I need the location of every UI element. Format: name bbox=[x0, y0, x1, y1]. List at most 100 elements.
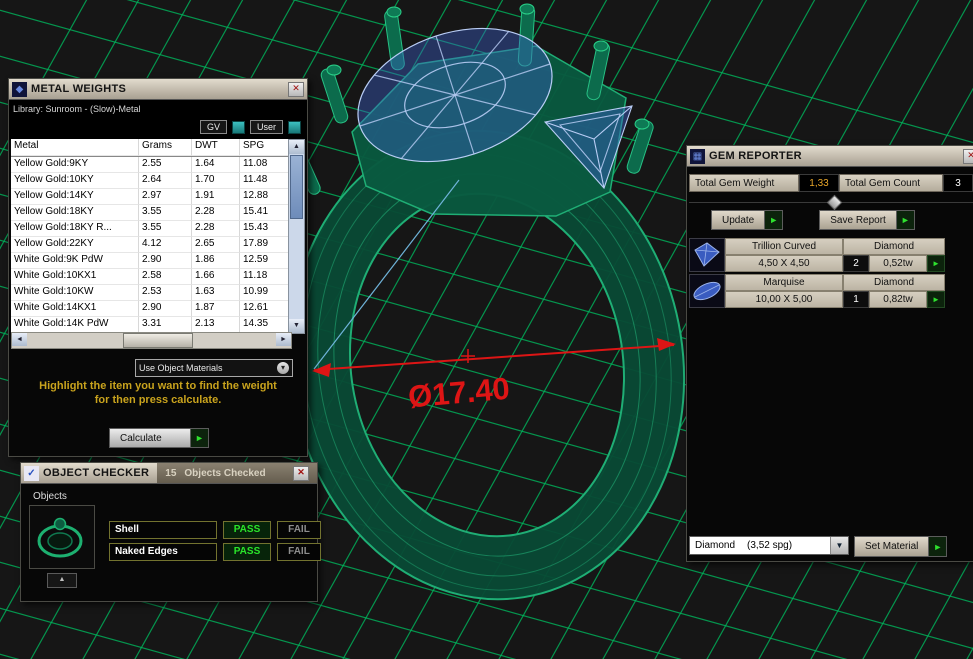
cell-grams: 2.55 bbox=[139, 157, 192, 173]
gv-button[interactable]: GV bbox=[199, 120, 227, 134]
cell-dwt: 2.28 bbox=[192, 205, 240, 221]
user-button[interactable]: User bbox=[249, 120, 283, 134]
object-checker-titlebar[interactable]: ✓ OBJECT CHECKER 15 Objects Checked ✕ bbox=[21, 463, 317, 484]
vertical-scroll-thumb[interactable] bbox=[290, 155, 303, 219]
metal-weights-header: Library: Sunroom - (Slow)-Metal GV User bbox=[9, 100, 307, 140]
gem-size: 10,00 X 5,00 bbox=[725, 291, 843, 308]
table-row[interactable]: Yellow Gold:14KY 2.97 1.91 12.88 bbox=[11, 189, 290, 205]
metal-weights-panel: ◆ METAL WEIGHTS ✕ Library: Sunroom - (Sl… bbox=[8, 78, 308, 457]
table-header-row: Metal Grams DWT SPG bbox=[11, 139, 290, 157]
object-thumbnail[interactable] bbox=[29, 505, 95, 569]
green-arrow-icon[interactable]: ► bbox=[927, 291, 945, 308]
col-header-grams: Grams bbox=[139, 139, 192, 156]
gem-weight: 0,82tw bbox=[869, 291, 927, 308]
app-window: Ø17.40 ◆ METAL WEIGHTS ✕ Library: Sunroo… bbox=[0, 0, 973, 659]
gv-indicator-icon bbox=[231, 120, 245, 134]
chevron-up-icon[interactable]: ▲ bbox=[47, 573, 77, 588]
green-arrow-icon: ► bbox=[895, 211, 914, 229]
cell-grams: 2.53 bbox=[139, 285, 192, 301]
horizontal-scroll-track[interactable] bbox=[27, 333, 276, 348]
cell-grams: 2.90 bbox=[139, 301, 192, 317]
cell-grams: 4.12 bbox=[139, 237, 192, 253]
cell-grams: 3.31 bbox=[139, 317, 192, 333]
update-button[interactable]: Update ► bbox=[711, 210, 784, 230]
gem-shape: Marquise bbox=[725, 274, 843, 291]
cell-dwt: 2.65 bbox=[192, 237, 240, 253]
gem-thumbnail[interactable] bbox=[689, 238, 725, 272]
table-row[interactable]: White Gold:14K PdW 3.31 2.13 14.35 bbox=[11, 317, 290, 333]
gem-thumbnail[interactable] bbox=[689, 274, 725, 308]
instruction-text: Highlight the item you want to find the … bbox=[9, 379, 307, 407]
cell-metal: Yellow Gold:9KY bbox=[11, 157, 139, 173]
chevron-down-icon[interactable]: ▼ bbox=[830, 537, 848, 554]
object-checker-status: 15 Objects Checked ✕ bbox=[157, 463, 317, 483]
gem-grid-icon: ▦ bbox=[690, 148, 705, 164]
cell-grams: 2.90 bbox=[139, 253, 192, 269]
cell-spg: 12.61 bbox=[240, 301, 290, 317]
set-material-button[interactable]: Set Material ► bbox=[854, 536, 948, 557]
cell-grams: 3.55 bbox=[139, 205, 192, 221]
green-arrow-icon[interactable]: ► bbox=[927, 255, 945, 272]
close-icon[interactable]: ✕ bbox=[293, 465, 309, 481]
cell-spg: 15.43 bbox=[240, 221, 290, 237]
cell-spg: 14.35 bbox=[240, 317, 290, 333]
marquise-gem-icon bbox=[693, 281, 721, 301]
splitter-handle[interactable] bbox=[826, 194, 843, 211]
cell-spg: 12.59 bbox=[240, 253, 290, 269]
gem-material: Diamond bbox=[843, 238, 945, 255]
table-row[interactable]: Yellow Gold:9KY 2.55 1.64 11.08 bbox=[11, 157, 290, 173]
instruction-line2: for then press calculate. bbox=[94, 394, 222, 406]
scroll-track bbox=[289, 220, 304, 319]
cell-dwt: 2.13 bbox=[192, 317, 240, 333]
calculate-button[interactable]: Calculate ► bbox=[109, 428, 209, 448]
cell-grams: 2.97 bbox=[139, 189, 192, 205]
table-row[interactable]: Yellow Gold:18KY R... 3.55 2.28 15.43 bbox=[11, 221, 290, 237]
table-row[interactable]: White Gold:14KX1 2.90 1.87 12.61 bbox=[11, 301, 290, 317]
material-dropdown[interactable]: Diamond (3,52 spg) ▼ bbox=[689, 536, 849, 555]
gem-row[interactable]: Trillion Curved Diamond 4,50 X 4,50 2 0,… bbox=[689, 238, 945, 272]
checkmark-icon: ✓ bbox=[24, 465, 39, 481]
table-row[interactable]: White Gold:9K PdW 2.90 1.86 12.59 bbox=[11, 253, 290, 269]
cell-dwt: 1.66 bbox=[192, 269, 240, 285]
cell-metal: Yellow Gold:14KY bbox=[11, 189, 139, 205]
instruction-line1: Highlight the item you want to find the … bbox=[39, 380, 277, 392]
materials-dropdown-value: Use Object Materials bbox=[139, 363, 223, 373]
cell-metal: Yellow Gold:22KY bbox=[11, 237, 139, 253]
table-row[interactable]: Yellow Gold:18KY 3.55 2.28 15.41 bbox=[11, 205, 290, 221]
objects-checked-text: Objects Checked bbox=[184, 467, 266, 479]
cell-spg: 11.48 bbox=[240, 173, 290, 189]
close-icon[interactable]: ✕ bbox=[288, 81, 304, 97]
cell-metal: White Gold:14KX1 bbox=[11, 301, 139, 317]
gem-shape: Trillion Curved bbox=[725, 238, 843, 255]
close-icon[interactable]: ✕ bbox=[963, 148, 973, 164]
gem-diamond-icon: ◆ bbox=[12, 81, 27, 97]
save-report-button[interactable]: Save Report ► bbox=[819, 210, 915, 230]
cell-spg: 11.08 bbox=[240, 157, 290, 173]
gem-count: 1 bbox=[843, 291, 869, 308]
scroll-right-icon[interactable]: ► bbox=[276, 333, 291, 346]
save-report-label: Save Report bbox=[830, 214, 886, 226]
metal-weights-titlebar[interactable]: ◆ METAL WEIGHTS ✕ bbox=[9, 79, 307, 100]
table-row[interactable]: White Gold:10KX1 2.58 1.66 11.18 bbox=[11, 269, 290, 285]
table-row[interactable]: Yellow Gold:22KY 4.12 2.65 17.89 bbox=[11, 237, 290, 253]
scroll-up-icon[interactable]: ▲ bbox=[289, 140, 304, 154]
materials-dropdown[interactable]: Use Object Materials ▾ bbox=[135, 359, 293, 377]
scroll-left-icon[interactable]: ◄ bbox=[12, 333, 27, 346]
gem-reporter-titlebar[interactable]: ▦ GEM REPORTER ✕ bbox=[687, 146, 973, 167]
table-row[interactable]: White Gold:10KW 2.53 1.63 10.99 bbox=[11, 285, 290, 301]
metal-weights-table: Metal Grams DWT SPG Yellow Gold:9KY 2.55… bbox=[11, 139, 290, 333]
horizontal-scroll-thumb[interactable] bbox=[123, 333, 193, 348]
table-row[interactable]: Yellow Gold:10KY 2.64 1.70 11.48 bbox=[11, 173, 290, 189]
cell-grams: 3.55 bbox=[139, 221, 192, 237]
scroll-down-icon[interactable]: ▼ bbox=[289, 319, 304, 333]
gem-reporter-title: GEM REPORTER bbox=[709, 150, 802, 162]
cell-grams: 2.64 bbox=[139, 173, 192, 189]
material-dropdown-spg: (3,52 spg) bbox=[747, 540, 793, 551]
chevron-down-icon[interactable]: ▾ bbox=[277, 362, 289, 374]
gem-material: Diamond bbox=[843, 274, 945, 291]
table-vertical-scrollbar[interactable]: ▲ ▼ bbox=[288, 139, 305, 334]
fail-badge: FAIL bbox=[277, 543, 321, 561]
cell-spg: 11.18 bbox=[240, 269, 290, 285]
gem-row[interactable]: Marquise Diamond 10,00 X 5,00 1 0,82tw ► bbox=[689, 274, 945, 308]
table-horizontal-scrollbar[interactable]: ◄ ► bbox=[11, 332, 292, 349]
